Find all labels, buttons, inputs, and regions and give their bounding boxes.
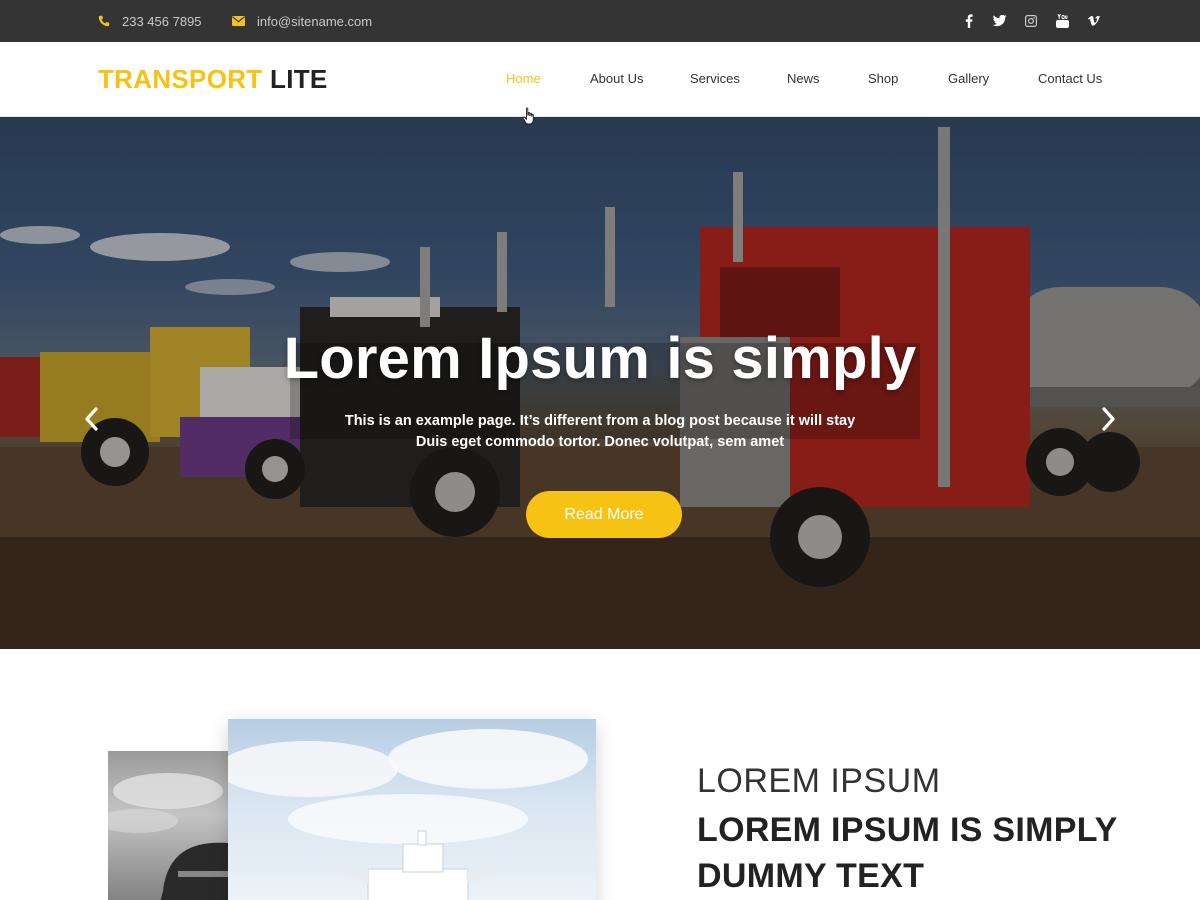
about-image-primary — [228, 719, 596, 900]
hero-subtitle: This is an example page. It’s different … — [0, 411, 1200, 453]
nav-shop[interactable]: Shop — [868, 71, 898, 86]
site-header: TRANSPORT LITE Home About Us Services Ne… — [0, 42, 1200, 117]
envelope-icon — [232, 16, 245, 26]
about-headline-line1: LOREM IPSUM IS SIMPLY — [697, 811, 1118, 849]
hero-title: Lorem Ipsum is simply — [283, 326, 917, 391]
email-contact[interactable]: info@sitename.com — [232, 0, 372, 42]
phone-contact[interactable]: 233 456 7895 — [98, 0, 202, 42]
hero-slider: Lorem Ipsum is simply This is an example… — [0, 117, 1200, 649]
nav-news[interactable]: News — [787, 71, 820, 86]
about-section: LOREM IPSUM LOREM IPSUM IS SIMPLY DUMMY … — [0, 649, 1200, 900]
about-kicker: LOREM IPSUM — [697, 762, 941, 800]
youtube-icon[interactable] — [1055, 14, 1069, 28]
social-links — [962, 0, 1100, 42]
top-bar: 233 456 7895 info@sitename.com — [0, 0, 1200, 42]
vimeo-icon[interactable] — [1086, 14, 1100, 28]
hero-subtitle-line2: Duis eget commodo tortor. Donec volutpat… — [415, 434, 785, 450]
about-headline-line2: DUMMY TEXT — [697, 857, 925, 895]
instagram-icon[interactable] — [1024, 14, 1038, 28]
read-more-button[interactable]: Read More — [526, 491, 682, 538]
hero-subtitle-line1: This is an example page. It’s different … — [344, 413, 856, 429]
about-image-secondary — [108, 751, 248, 900]
about-headline: LOREM IPSUM IS SIMPLY DUMMY TEXT — [697, 807, 1137, 899]
nav-contact-us[interactable]: Contact Us — [1038, 71, 1102, 86]
email-address: info@sitename.com — [257, 13, 373, 29]
nav-services[interactable]: Services — [690, 71, 740, 86]
hand-cursor-icon — [522, 107, 534, 125]
facebook-icon[interactable] — [962, 14, 976, 28]
nav-about-us[interactable]: About Us — [590, 71, 643, 86]
main-nav: Home About Us Services News Shop Gallery… — [0, 42, 1200, 117]
phone-icon — [98, 15, 110, 27]
twitter-icon[interactable] — [993, 14, 1007, 28]
nav-gallery[interactable]: Gallery — [948, 71, 989, 86]
nav-home[interactable]: Home — [506, 71, 541, 86]
phone-number: 233 456 7895 — [122, 13, 202, 29]
